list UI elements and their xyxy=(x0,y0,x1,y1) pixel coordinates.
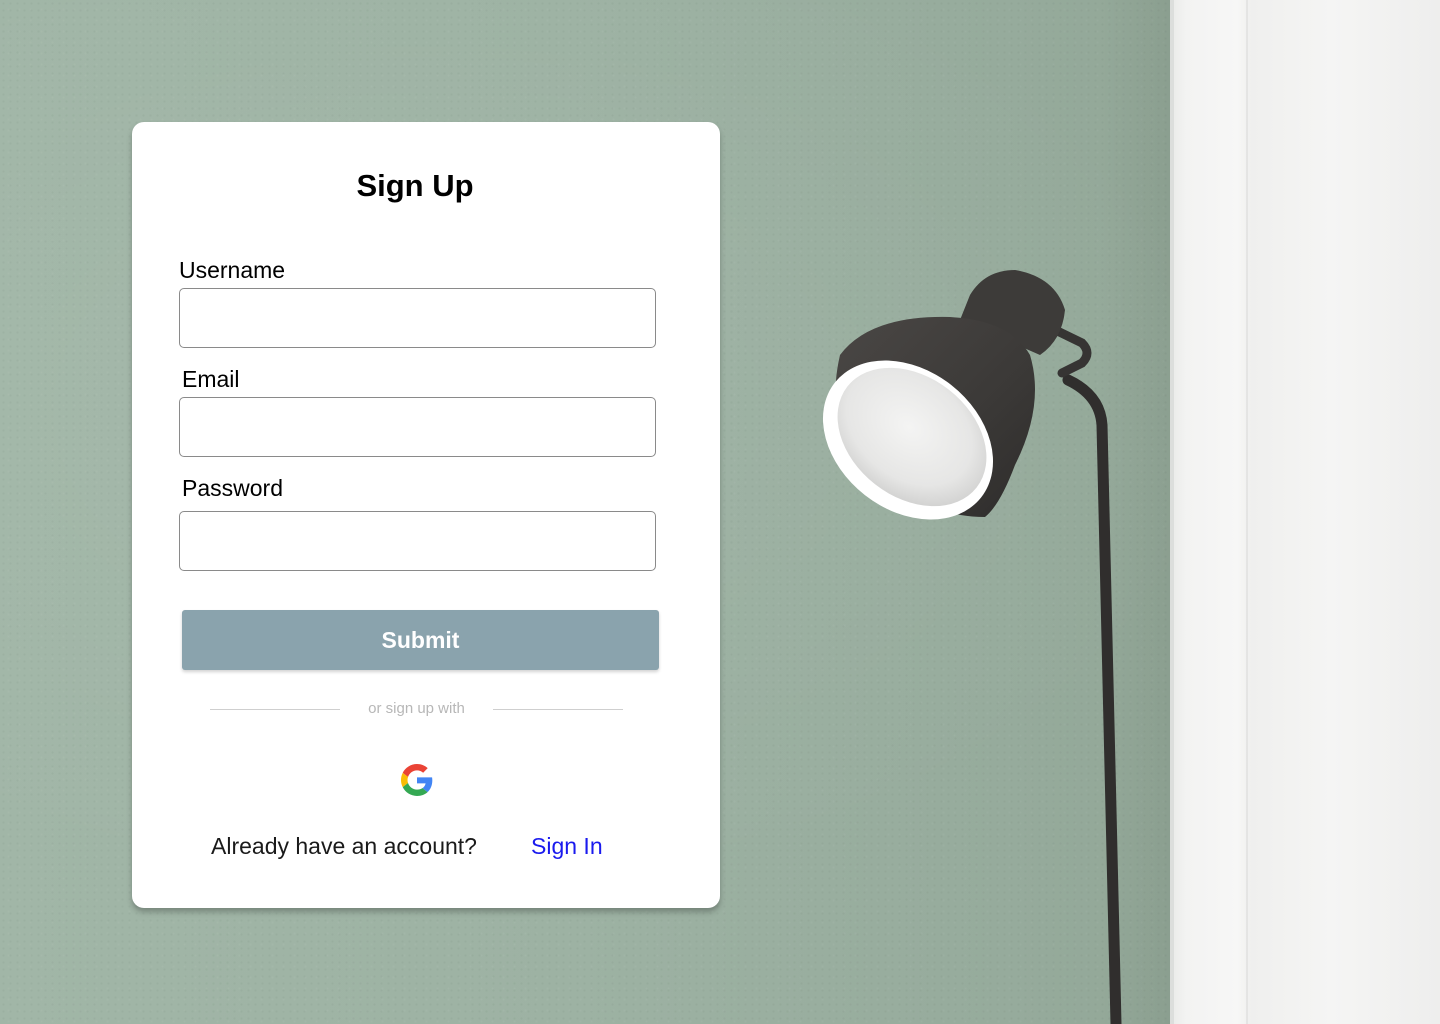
floor-lamp-image xyxy=(822,270,1122,1024)
email-input[interactable] xyxy=(179,397,656,457)
submit-button[interactable]: Submit xyxy=(182,610,659,670)
username-input[interactable] xyxy=(179,288,656,348)
username-label: Username xyxy=(179,257,286,283)
door-frame-edge xyxy=(1170,0,1174,1024)
google-signup-button[interactable] xyxy=(401,764,433,796)
password-input[interactable] xyxy=(179,511,656,571)
divider-line-left xyxy=(210,709,340,710)
divider-line-right xyxy=(493,709,623,710)
door-panel-line xyxy=(1246,0,1248,1024)
already-have-account-text: Already have an account? xyxy=(211,833,477,859)
sign-in-link[interactable]: Sign In xyxy=(531,833,603,860)
page-title: Sign Up xyxy=(356,168,474,203)
password-label: Password xyxy=(182,475,283,501)
email-label: Email xyxy=(182,366,240,392)
divider-text: or sign up with xyxy=(368,700,465,717)
google-icon xyxy=(401,764,433,796)
white-door-frame xyxy=(1170,0,1440,1024)
